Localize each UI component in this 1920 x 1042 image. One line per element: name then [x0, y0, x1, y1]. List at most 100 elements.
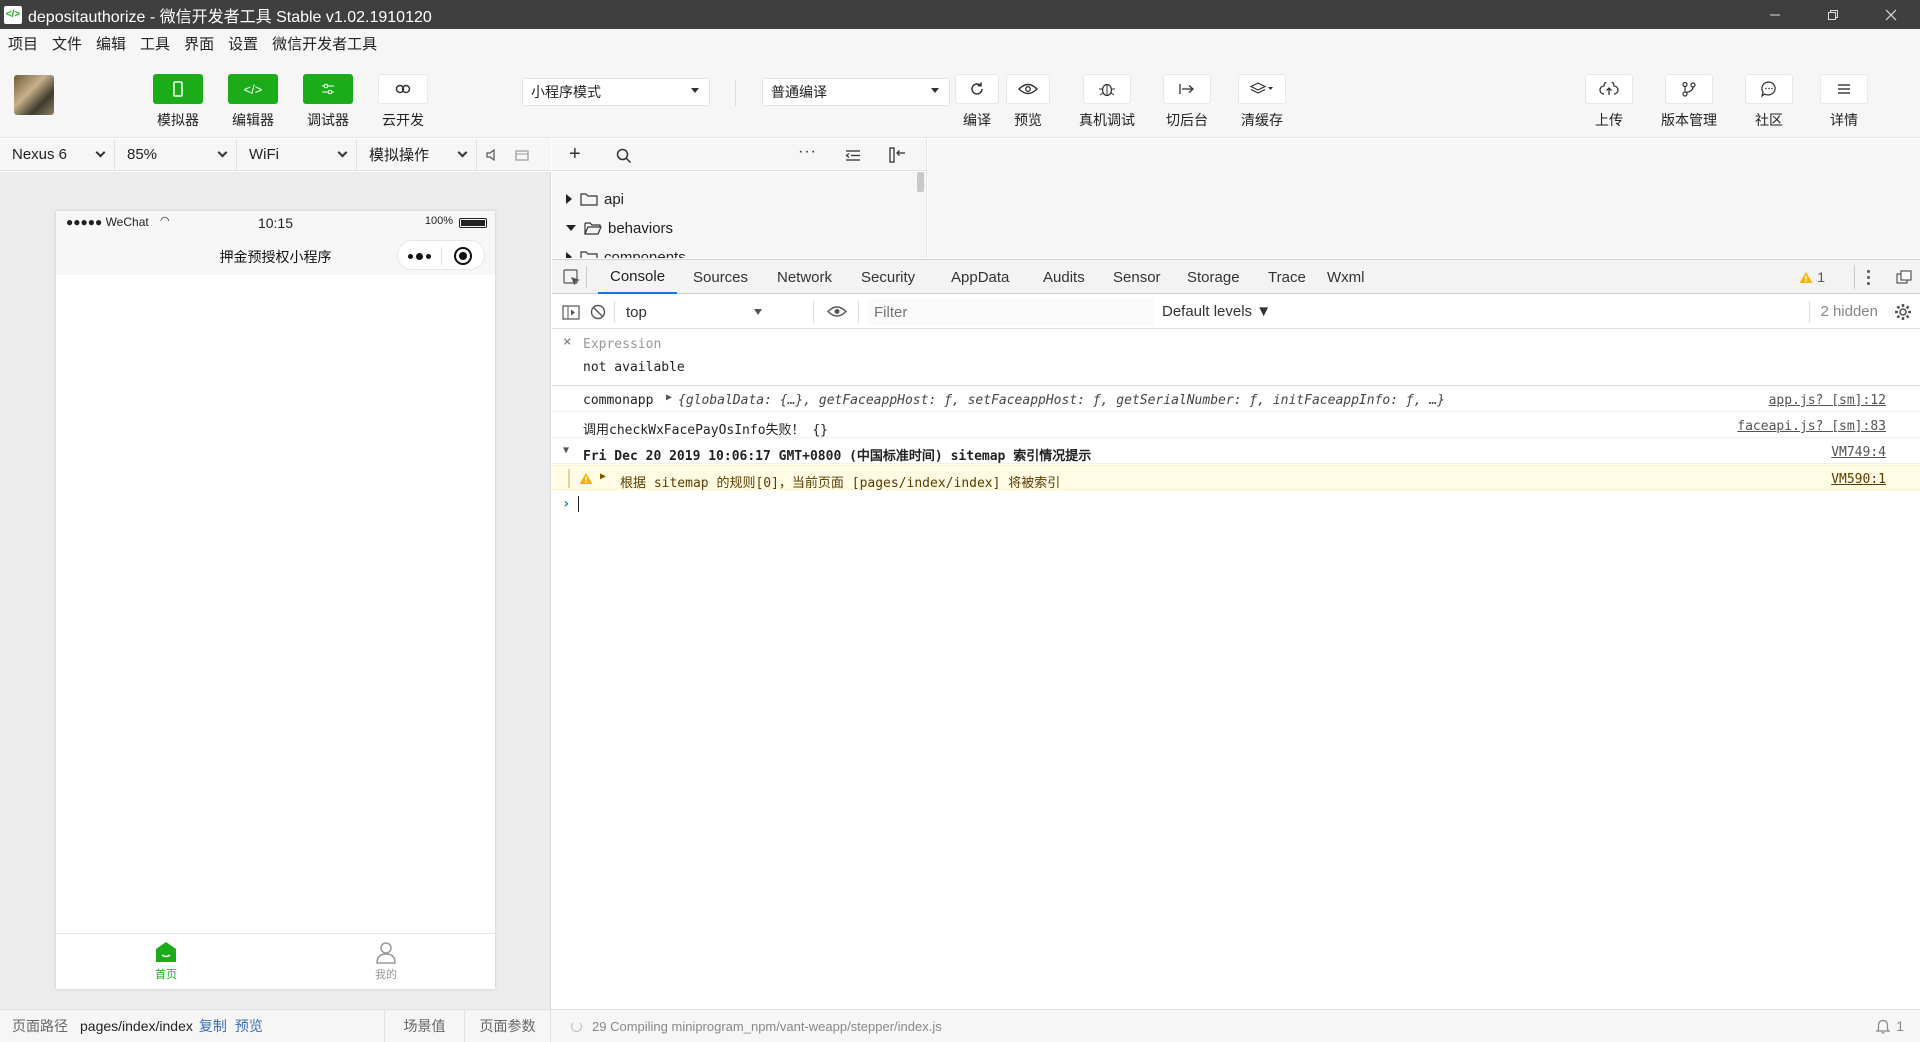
device-select[interactable]: Nexus 6 — [0, 139, 115, 170]
scene-value-button[interactable]: 场景值 — [385, 1009, 465, 1042]
debugger-button[interactable]: 调试器 — [296, 74, 360, 130]
toggle-panel-icon[interactable] — [889, 147, 907, 163]
tree-item-behaviors[interactable]: behaviors — [566, 217, 673, 239]
tab-audits[interactable]: Audits — [1031, 260, 1097, 294]
tab-network[interactable]: Network — [765, 260, 844, 294]
caret-down-icon — [754, 309, 762, 315]
undock-icon[interactable] — [1896, 270, 1912, 284]
tree-item-label: api — [604, 190, 625, 208]
mode-select[interactable]: 小程序模式 — [522, 78, 710, 106]
menu-project[interactable]: 项目 — [8, 33, 38, 54]
community-button[interactable]: 社区 — [1737, 74, 1801, 130]
expanded-triangle-icon[interactable]: ▼ — [563, 445, 569, 456]
copy-path-link[interactable]: 复制 — [199, 1016, 227, 1036]
tab-sensor[interactable]: Sensor — [1101, 260, 1173, 294]
tree-item-label: behaviors — [608, 219, 674, 237]
tab-wxml[interactable]: Wxml — [1315, 260, 1377, 294]
console-prompt[interactable]: › — [562, 494, 580, 514]
preview-button[interactable]: 预览 — [996, 74, 1060, 130]
close-button[interactable] — [1862, 0, 1920, 29]
log-source-link[interactable]: VM749:4 — [1831, 445, 1886, 460]
tab-console[interactable]: Console — [598, 260, 678, 294]
tab-home[interactable]: 首页 — [126, 940, 206, 982]
layers-icon — [1238, 74, 1286, 104]
simulator-label: 模拟器 — [157, 112, 199, 128]
tab-sensor-label: Sensor — [1113, 268, 1161, 286]
operation-select[interactable]: 模拟操作 — [357, 139, 477, 170]
editor-button[interactable]: </> 编辑器 — [221, 74, 285, 130]
log-source-link[interactable]: app.js? [sm]:12 — [1769, 393, 1886, 408]
more-dots-icon[interactable] — [408, 253, 431, 260]
console-filter-bar: top Default levels ▼ 2 hidden — [552, 295, 1920, 329]
status-bar: 页面路径 pages/index/index 复制 预览 场景值 页面参数 29… — [0, 1009, 1920, 1042]
more-icon[interactable]: ··· — [798, 143, 817, 161]
version-button[interactable]: 版本管理 — [1657, 74, 1721, 130]
remote-debug-button[interactable]: 真机调试 — [1075, 74, 1139, 130]
device-value: Nexus 6 — [12, 146, 68, 163]
scrollbar[interactable] — [917, 172, 924, 192]
settings-gear-icon[interactable] — [1894, 303, 1912, 321]
network-select[interactable]: WiFi — [237, 139, 357, 170]
tab-trace[interactable]: Trace — [1256, 260, 1318, 294]
cloud-dev-button[interactable]: 云开发 — [371, 74, 435, 130]
preview-path-link[interactable]: 预览 — [235, 1016, 263, 1036]
simulator-button[interactable]: 模拟器 — [146, 74, 210, 130]
notifications-button[interactable]: 1 — [1876, 1018, 1904, 1034]
expand-triangle-icon[interactable]: ▶ — [666, 392, 672, 403]
details-button[interactable]: 详情 — [1812, 74, 1876, 130]
tree-item-api[interactable]: api — [566, 188, 624, 210]
inspect-element-icon[interactable] — [563, 269, 581, 287]
search-icon[interactable] — [616, 148, 632, 164]
zoom-select[interactable]: 85% — [115, 139, 237, 170]
console-group-row[interactable]: ▼ Fri Dec 20 2019 10:06:17 GMT+0800 (中国标… — [552, 439, 1920, 464]
tree-item-components[interactable]: components — [566, 246, 686, 258]
phone-screen[interactable]: ●●●●● WeChat ◠ 10:15 100% 押金预授权小程序 首页 我的 — [56, 211, 495, 989]
menu-wechat-devtools[interactable]: 微信开发者工具 — [272, 33, 377, 54]
expand-triangle-icon[interactable]: ▶ — [600, 471, 606, 482]
log-source-link[interactable]: faceapi.js? [sm]:83 — [1737, 419, 1886, 434]
kebab-menu-icon[interactable] — [1867, 268, 1870, 286]
menu-edit[interactable]: 编辑 — [96, 33, 126, 54]
collapse-all-icon[interactable] — [845, 149, 861, 162]
menu-view[interactable]: 界面 — [184, 33, 214, 54]
tab-mine[interactable]: 我的 — [346, 940, 426, 982]
warning-count: 1 — [1817, 269, 1825, 285]
menu-file[interactable]: 文件 — [52, 33, 82, 54]
tab-security[interactable]: Security — [849, 260, 927, 294]
tab-sources[interactable]: Sources — [681, 260, 760, 294]
log-text: 调用checkWxFacePayOsInfo失败！ {} — [583, 423, 829, 438]
menu-bar: 项目 文件 编辑 工具 界面 设置 微信开发者工具 — [0, 29, 1920, 58]
avatar[interactable] — [14, 75, 54, 115]
log-group-title: Fri Dec 20 2019 10:06:17 GMT+0800 (中国标准时… — [583, 449, 1092, 464]
tab-storage[interactable]: Storage — [1175, 260, 1252, 294]
devtools-tab-bar: Console Sources Network Security AppData… — [552, 259, 1920, 294]
clear-cache-button[interactable]: 清缓存 — [1230, 74, 1294, 130]
console-log-row: 调用checkWxFacePayOsInfo失败！ {} faceapi.js?… — [552, 413, 1920, 438]
context-select[interactable]: top — [622, 300, 770, 324]
page-params-button[interactable]: 页面参数 — [465, 1009, 551, 1042]
upload-button[interactable]: 上传 — [1577, 74, 1641, 130]
tab-appdata[interactable]: AppData — [939, 260, 1021, 294]
close-mini-program-icon[interactable] — [454, 247, 472, 265]
filter-input[interactable] — [868, 299, 1154, 325]
minimize-button[interactable] — [1746, 0, 1804, 29]
zoom-value: 85% — [127, 146, 158, 163]
sound-button[interactable] — [477, 139, 507, 170]
levels-select[interactable]: Default levels ▼ — [1162, 303, 1271, 320]
phone-nav-bar: 押金预授权小程序 — [56, 235, 495, 275]
menu-settings[interactable]: 设置 — [228, 33, 258, 54]
sidebar-toggle-icon[interactable] — [562, 305, 580, 320]
background-button[interactable]: 切后台 — [1155, 74, 1219, 130]
detach-simulator-button[interactable] — [507, 139, 537, 170]
log-source-link[interactable]: VM590:1 — [1831, 472, 1886, 487]
add-file-icon[interactable]: + — [569, 143, 581, 166]
clear-console-icon[interactable] — [590, 304, 606, 320]
close-expression-icon[interactable]: × — [563, 334, 571, 350]
restore-button[interactable] — [1804, 0, 1862, 29]
operation-value: 模拟操作 — [369, 147, 430, 164]
warning-counter[interactable]: 1 — [1799, 269, 1825, 285]
menu-tools[interactable]: 工具 — [140, 33, 170, 54]
eye-icon[interactable] — [827, 305, 847, 318]
log-object[interactable]: {globalData: {…}, getFaceappHost: ƒ, set… — [678, 393, 1445, 408]
compile-mode-select[interactable]: 普通编译 — [762, 78, 950, 106]
